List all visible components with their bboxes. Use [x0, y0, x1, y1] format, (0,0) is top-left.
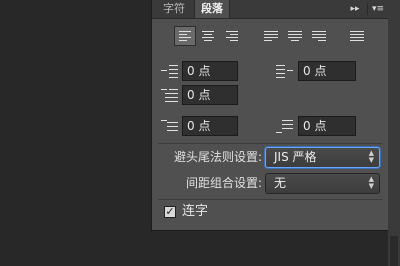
section-divider [158, 199, 382, 200]
toolbar-divider [367, 3, 368, 15]
hyphenate-checkbox[interactable]: ✓ [164, 206, 176, 218]
align-center-button[interactable] [198, 26, 220, 46]
hyphenate-label: 连字 [182, 204, 209, 219]
align-right-button[interactable] [222, 26, 244, 46]
right-indent-icon [276, 64, 294, 78]
space-after-field[interactable]: 0 点 [298, 116, 356, 136]
section-divider [158, 143, 382, 144]
justify-all-button[interactable] [346, 26, 368, 46]
mojikumi-select[interactable]: 无 ▲ ▼ [265, 173, 380, 194]
justify-last-left-button[interactable] [260, 26, 282, 46]
left-indent-icon [161, 64, 179, 78]
left-indent-field[interactable]: 0 点 [182, 61, 238, 81]
collapse-panel-icon[interactable]: ▸▸ [346, 3, 364, 15]
justify-last-center-button[interactable] [284, 26, 306, 46]
panel-menu-icon[interactable]: ▾≡ [370, 3, 386, 15]
align-left-button[interactable] [174, 26, 196, 46]
mojikumi-label: 间距组合设置: [185, 176, 262, 190]
mojikumi-value: 无 [274, 176, 287, 190]
justify-last-right-button[interactable] [308, 26, 330, 46]
kinsoku-select[interactable]: JIS 严格 ▲ ▼ [265, 147, 380, 168]
panel-tab-bar: 字符 段落 ▸▸ ▾≡ [152, 0, 388, 19]
paragraph-panel: 字符 段落 ▸▸ ▾≡ 0 点 0 点 0 点 0 点 0 点 避头尾法则设置:… [151, 0, 388, 231]
select-arrows-icon: ▲ ▼ [368, 175, 374, 190]
tab-paragraph[interactable]: 段落 [194, 0, 230, 18]
first-line-indent-icon [161, 88, 179, 102]
right-scrollbar[interactable] [388, 0, 400, 266]
right-indent-field[interactable]: 0 点 [298, 61, 356, 81]
tab-character[interactable]: 字符 [156, 0, 192, 18]
space-before-field[interactable]: 0 点 [182, 116, 238, 136]
select-arrows-icon: ▲ ▼ [368, 149, 374, 164]
kinsoku-value: JIS 严格 [274, 150, 317, 164]
kinsoku-label: 避头尾法则设置: [173, 150, 262, 164]
first-line-indent-field[interactable]: 0 点 [182, 85, 238, 105]
space-before-icon [161, 119, 179, 133]
space-after-icon [276, 119, 294, 133]
